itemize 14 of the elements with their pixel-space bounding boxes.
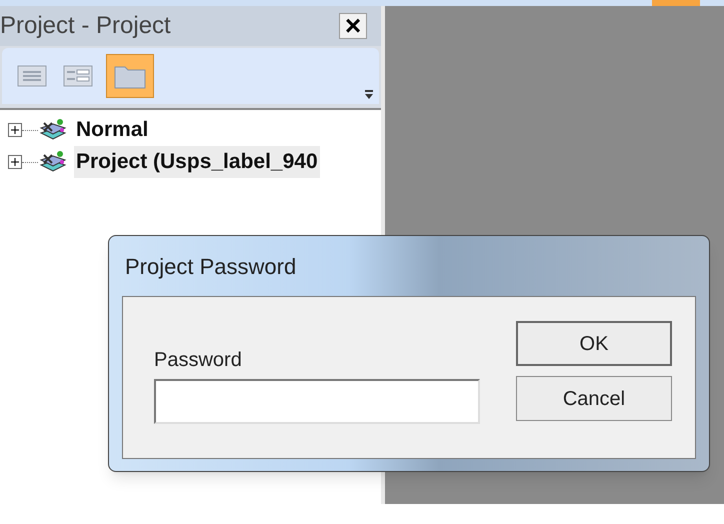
expand-toggle[interactable] xyxy=(8,155,22,169)
tree-item[interactable]: Normal xyxy=(74,114,150,146)
close-button[interactable]: × xyxy=(339,13,367,39)
password-field[interactable] xyxy=(154,379,480,424)
list-view-icon xyxy=(17,64,47,88)
password-label: Password xyxy=(154,348,243,373)
dialog-title: Project Password xyxy=(125,252,296,281)
panel-title: Project - Project xyxy=(0,11,171,41)
ok-button[interactable]: OK xyxy=(516,321,672,366)
overflow-icon xyxy=(363,88,375,100)
tree-item[interactable]: Project (Usps_label_940 xyxy=(74,146,320,178)
form-view-icon xyxy=(63,64,93,88)
cancel-button[interactable]: Cancel xyxy=(516,376,672,421)
expand-toggle[interactable] xyxy=(8,123,22,137)
